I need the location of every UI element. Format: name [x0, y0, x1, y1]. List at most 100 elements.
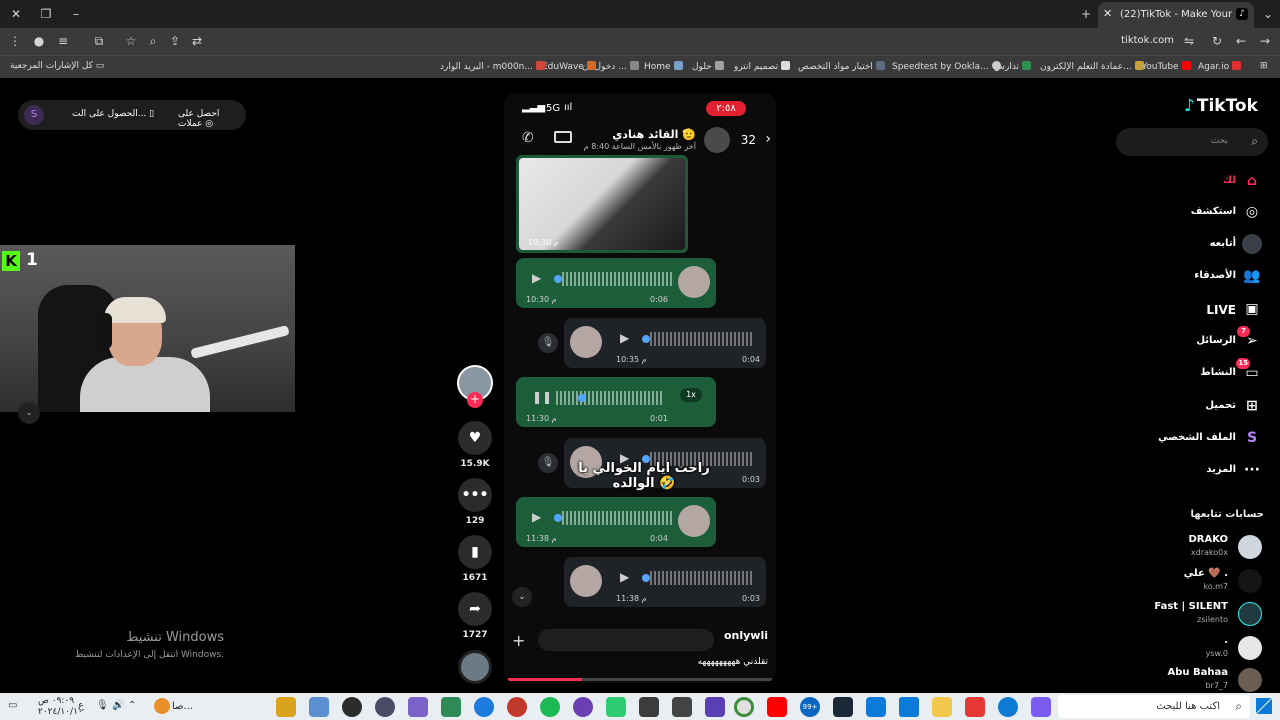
spotify-icon[interactable]	[540, 697, 560, 717]
app-icon-mail[interactable]	[672, 697, 692, 717]
clock-time[interactable]: ٠٩:٠٩ ص	[38, 696, 74, 706]
profile-avatar-icon[interactable]: ●	[30, 32, 48, 50]
app-tray-icon[interactable]	[154, 698, 170, 714]
app-icon-play[interactable]	[606, 697, 626, 717]
bookmark-item[interactable]: حلول	[692, 61, 724, 72]
video-player[interactable]: ▂▃▅ 5G ııl ٢:٥٨ ✆ القائد هنادي 🫡 آخر ظهو…	[504, 93, 776, 683]
clock-date[interactable]: ٢٠٢٤/١٠/١٠	[38, 707, 83, 717]
bookmark-item[interactable]: Speedtest by Ookla...	[892, 61, 1001, 72]
language-indicator[interactable]: ع	[78, 700, 84, 711]
zoom-icon[interactable]: ⌕	[144, 32, 162, 50]
back-icon[interactable]: →	[1256, 32, 1274, 50]
taskbar-search[interactable]: اكتب هنا للبحث ⌕	[1058, 695, 1250, 718]
bookmark-label: YouTube	[1142, 62, 1179, 72]
video-progress-bar[interactable]	[508, 678, 772, 681]
save-button[interactable]: ▮ 1671	[458, 535, 492, 583]
app-icon-purple[interactable]	[408, 697, 428, 717]
app-badge-icon[interactable]: 99+	[800, 697, 820, 717]
show-hidden-icons[interactable]: ⌃	[128, 700, 136, 711]
nav-upload[interactable]: تحميل ⊞	[1150, 395, 1266, 417]
get-coins-label: احصل على عملات	[178, 109, 220, 129]
bookmark-item[interactable]: Agar.io	[1198, 61, 1242, 72]
nav-more[interactable]: المزيد ···	[1150, 459, 1266, 481]
steam-icon[interactable]	[833, 697, 853, 717]
site-settings-icon[interactable]: ⇋	[1180, 32, 1198, 50]
app-icon-window[interactable]	[309, 697, 329, 717]
outlook-icon[interactable]	[866, 697, 886, 717]
store-icon[interactable]	[899, 697, 919, 717]
app-icon-blue[interactable]	[474, 697, 494, 717]
chrome-icon[interactable]	[734, 697, 754, 717]
nav-explore[interactable]: استكشف ◎	[1150, 201, 1266, 223]
following-account[interactable]: Abu Bahaa br7_7	[1120, 666, 1264, 696]
windows-start-icon[interactable]	[1256, 698, 1272, 714]
nav-activity[interactable]: النشاط ▭ 15	[1150, 358, 1266, 384]
close-window-icon[interactable]: ✕	[6, 4, 26, 24]
youtube-taskbar-icon[interactable]	[767, 697, 787, 717]
media-control-icon[interactable]: ≡	[54, 32, 72, 50]
nav-profile[interactable]: الملف الشخصي S	[1150, 427, 1266, 449]
translate-icon[interactable]: ⇄	[188, 32, 206, 50]
volume-icon[interactable]: 🔊	[112, 700, 124, 711]
comment-button[interactable]: ••• 129	[458, 478, 492, 526]
app-icon-green[interactable]	[441, 697, 461, 717]
new-tab-icon[interactable]: +	[1076, 4, 1096, 24]
bookmark-item[interactable]: اختيار مواد التخصص	[798, 61, 885, 72]
copilot-icon[interactable]	[1031, 697, 1051, 717]
app-icon-violet[interactable]	[573, 697, 593, 717]
following-account[interactable]: DRAKO xdrako0x	[1120, 533, 1264, 563]
share-icon[interactable]: ⇪	[166, 32, 184, 50]
address-bar[interactable]: tiktok.com	[1100, 35, 1174, 46]
share-button[interactable]: ➦ 1727	[458, 592, 492, 640]
apps-grid-icon[interactable]: ⊞	[1260, 61, 1268, 71]
following-account[interactable]: . ysw.0	[1120, 634, 1264, 664]
app-icon-gold[interactable]	[276, 697, 296, 717]
active-app-label[interactable]: صا...	[172, 701, 193, 712]
nav-following[interactable]: أتابعه	[1150, 233, 1266, 255]
edge-icon[interactable]	[998, 697, 1018, 717]
menu-kebab-icon[interactable]: ⋮	[6, 32, 24, 50]
chevron-down-icon[interactable]: ⌄	[18, 402, 40, 424]
forward-icon[interactable]: ←	[1232, 32, 1250, 50]
bookmark-item[interactable]: EduWave	[542, 61, 596, 72]
bookmark-item[interactable]: Home	[644, 61, 683, 72]
file-explorer-icon[interactable]	[932, 697, 952, 717]
notification-icon[interactable]: ▭	[8, 700, 17, 711]
browser-tab[interactable]: ✕ (22)TikTok - Make Your Day ♪	[1098, 2, 1254, 28]
app-icon-indigo[interactable]	[705, 697, 725, 717]
minimize-window-icon[interactable]: –	[66, 4, 86, 24]
nav-live[interactable]: LIVE ▣	[1150, 298, 1266, 320]
following-account[interactable]: Fast | SILENT zsilento	[1120, 600, 1264, 630]
app-icon-gauge[interactable]	[342, 697, 362, 717]
following-account[interactable]: علي 🤎 . ko.m7	[1120, 567, 1264, 597]
get-coins-pill[interactable]: S الحصول على الت... ▯ احصل على عملات ◎	[18, 100, 246, 130]
nav-friends[interactable]: الأصدقاء 👥	[1150, 265, 1266, 287]
bookmark-star-icon[interactable]: ☆	[122, 32, 140, 50]
get-coins-link[interactable]: احصل على عملات ◎	[178, 109, 246, 129]
extensions-icon[interactable]: ⧉	[90, 32, 108, 50]
reload-icon[interactable]: ↻	[1208, 32, 1226, 50]
agario-icon	[1232, 61, 1242, 70]
tiktok-logo[interactable]: ♪ TikTok	[1184, 96, 1258, 116]
bookmark-item[interactable]: عمادة التعلم الإلكترون...	[1040, 61, 1144, 72]
all-bookmarks-button[interactable]: كل الإشارات المرجعية ▭	[10, 61, 104, 71]
account-name: علي 🤎 .	[1183, 568, 1228, 579]
music-disc-icon[interactable]	[458, 650, 492, 684]
follow-plus-icon[interactable]: +	[467, 392, 483, 408]
app-icon-youtube-red[interactable]	[965, 697, 985, 717]
microphone-tray-icon[interactable]: 🎙	[96, 700, 109, 711]
bookmark-item[interactable]: تصميم انترو	[734, 61, 791, 72]
search-input[interactable]: بحث ⌕	[1116, 128, 1268, 156]
nav-messages[interactable]: الرسائل ➢ 7	[1150, 326, 1266, 352]
app-icon-x[interactable]	[639, 697, 659, 717]
tab-search-chevron-icon[interactable]: ⌄	[1258, 4, 1278, 24]
app-icon-circle[interactable]	[375, 697, 395, 717]
tab-close-icon[interactable]: ✕	[1103, 7, 1112, 20]
nav-for-you[interactable]: لك ⌂	[1150, 170, 1266, 192]
bookmark-item[interactable]: YouTube	[1142, 61, 1191, 72]
bookmark-item[interactable]: البريد الوارد - m000n...	[440, 61, 545, 72]
get-app-link[interactable]: الحصول على الت... ▯	[72, 109, 154, 119]
app-icon-red[interactable]	[507, 697, 527, 717]
like-button[interactable]: ♥ 15.9K	[458, 421, 492, 469]
restore-window-icon[interactable]: ❐	[36, 4, 56, 24]
